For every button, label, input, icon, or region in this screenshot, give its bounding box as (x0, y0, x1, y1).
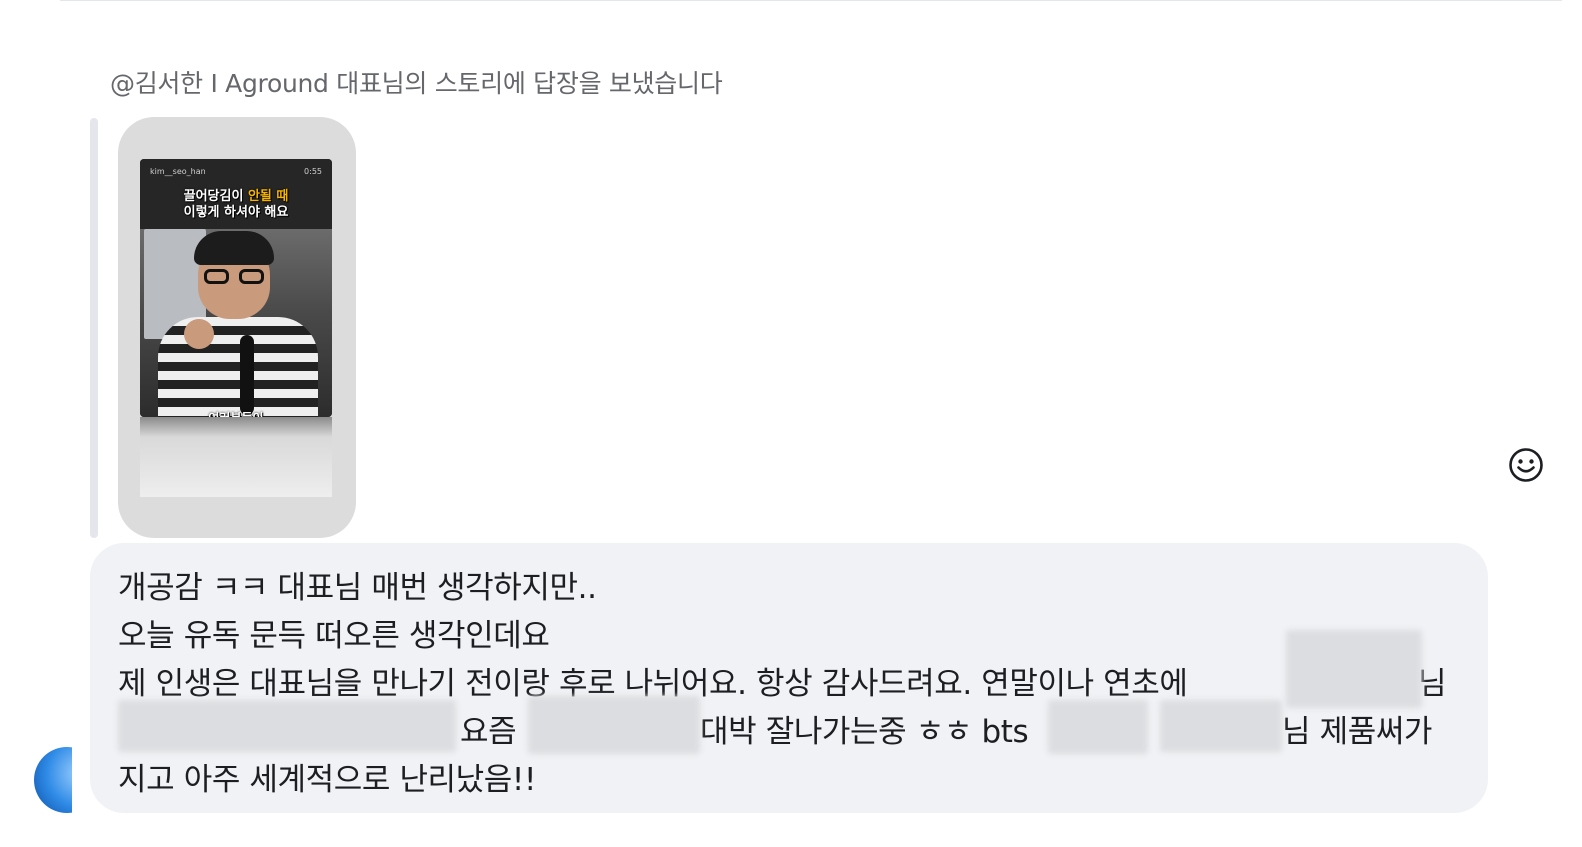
person-hand (184, 319, 214, 349)
story-username: kim__seo_han (150, 167, 206, 176)
story-headline-text: 끌어당김이 (183, 189, 248, 204)
divider (60, 0, 1562, 1)
story-thumbnail: 여러분들이 kim__seo_han 0:55 끌어당김이 안될 때 이렇게 하… (140, 159, 332, 417)
reaction-button[interactable] (1508, 447, 1544, 483)
message-line-4-b: 대박 잘나가는중 ㅎㅎ bts (700, 714, 1029, 750)
story-header: kim__seo_han 0:55 끌어당김이 안될 때 이렇게 하셔야 해요 (140, 159, 332, 229)
story-subtitle: 여러분들이 (140, 409, 332, 417)
user-avatar[interactable] (34, 747, 72, 813)
story-preview[interactable]: 여러분들이 kim__seo_han 0:55 끌어당김이 안될 때 이렇게 하… (118, 117, 356, 538)
striped-shirt (158, 317, 318, 417)
avatar-image (34, 747, 72, 813)
message-line-1: 개공감 ㅋㅋ 대표님 매번 생각하지만.. (118, 570, 597, 606)
person-hair (194, 231, 274, 265)
message-line-5: 지고 아주 세계적으로 난리났음!! (118, 762, 536, 798)
story-scene: 여러분들이 (140, 225, 332, 417)
redacted-block (528, 696, 700, 754)
smiley-face-icon (1509, 448, 1543, 482)
story-headline-line2: 이렇게 하셔야 해요 (183, 205, 289, 220)
message-line-2: 오늘 유독 문득 떠오른 생각인데요 (118, 618, 550, 654)
quote-bar (90, 118, 98, 538)
redacted-block (1160, 700, 1282, 752)
redacted-block (1286, 630, 1422, 708)
redacted-block (118, 700, 456, 752)
story-headline: 끌어당김이 안될 때 이렇게 하셔야 해요 (140, 189, 332, 221)
message-line-4-a: 요즘 (460, 714, 517, 750)
message-line-3-end: 님 (1418, 666, 1447, 702)
microphone (240, 335, 254, 415)
glasses (204, 269, 264, 285)
story-fade (140, 417, 332, 497)
story-reply-caption: @김서한 I Aground 대표님의 스토리에 답장을 보냈습니다 (110, 69, 723, 98)
message-line-4-c: 님 제품써가 (1282, 714, 1433, 750)
story-headline-highlight: 안될 때 (247, 189, 289, 204)
redacted-block (1048, 700, 1148, 754)
story-duration: 0:55 (304, 167, 322, 176)
dm-thread: @김서한 I Aground 대표님의 스토리에 답장을 보냈습니다 여러분들이… (0, 0, 1582, 847)
